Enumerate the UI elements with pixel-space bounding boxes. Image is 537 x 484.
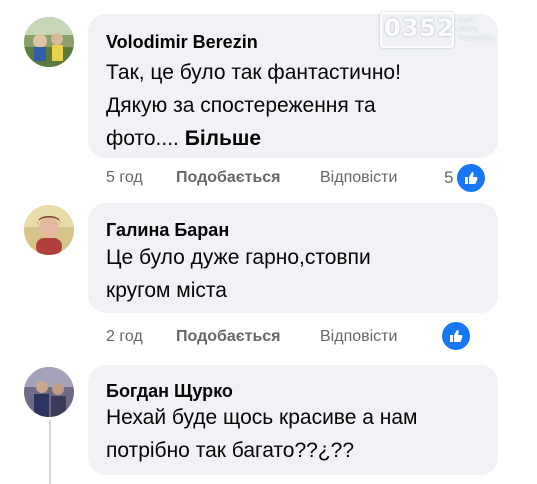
like-button[interactable]: Подобається [176, 166, 281, 190]
comment-line: фото.... Більше [106, 122, 401, 155]
comment-author[interactable]: Галина Баран [106, 219, 229, 241]
comment-line: Дякую за спостереження та [106, 94, 376, 117]
comment-timestamp[interactable]: 5 год [106, 166, 143, 190]
comment-line: потрібно так багато??¿?? [106, 439, 355, 462]
reaction-summary[interactable] [440, 320, 472, 352]
watermark-line: міста [458, 25, 478, 33]
comment-text: Це було дуже гарно,стовпи кругом міста [106, 241, 371, 307]
comment-line: Так, це було так фантастично! [106, 61, 401, 84]
reply-button[interactable]: Відповісти [320, 325, 397, 349]
comment-author[interactable]: Volodimir Berezin [106, 31, 258, 53]
like-icon [440, 320, 472, 352]
comment-line: Це було дуже гарно,стовпи [106, 246, 371, 269]
comment-bubble: Галина Баран Це було дуже гарно,стовпи к… [88, 203, 498, 313]
watermark-caption: Сайт міста Тернопіль [458, 16, 495, 43]
watermark-number: 0352 [384, 14, 455, 42]
avatar[interactable] [24, 367, 74, 417]
see-more-link[interactable]: Більше [185, 127, 261, 150]
comment-bubble: Богдан Щурко Нехай буде щось красиве а н… [88, 365, 498, 475]
like-icon [455, 162, 488, 194]
like-button[interactable]: Подобається [176, 325, 281, 349]
reply-button[interactable]: Відповісти [320, 166, 397, 190]
comment-line-text: фото.... [106, 127, 185, 150]
watermark-line: Тернопіль [458, 34, 496, 42]
comment-text: Так, це було так фантастично! Дякую за с… [106, 56, 401, 155]
comment-line: кругом міста [106, 279, 227, 302]
avatar[interactable] [24, 205, 74, 255]
reaction-summary[interactable]: 5 [444, 162, 488, 194]
comment-timestamp[interactable]: 2 год [106, 325, 143, 349]
comment-text: Нехай буде щось красиве а нам потрібно т… [106, 401, 417, 467]
reaction-count: 5 [444, 168, 454, 187]
comment-author[interactable]: Богдан Щурко [106, 380, 233, 402]
avatar[interactable] [24, 17, 74, 67]
reply-thread-line [49, 420, 51, 484]
comment-line: Нехай буде щось красиве а нам [106, 406, 418, 429]
watermark-line: Сайт [458, 16, 476, 24]
site-watermark-logo: 0352 Сайт міста Тернопіль [380, 10, 530, 50]
